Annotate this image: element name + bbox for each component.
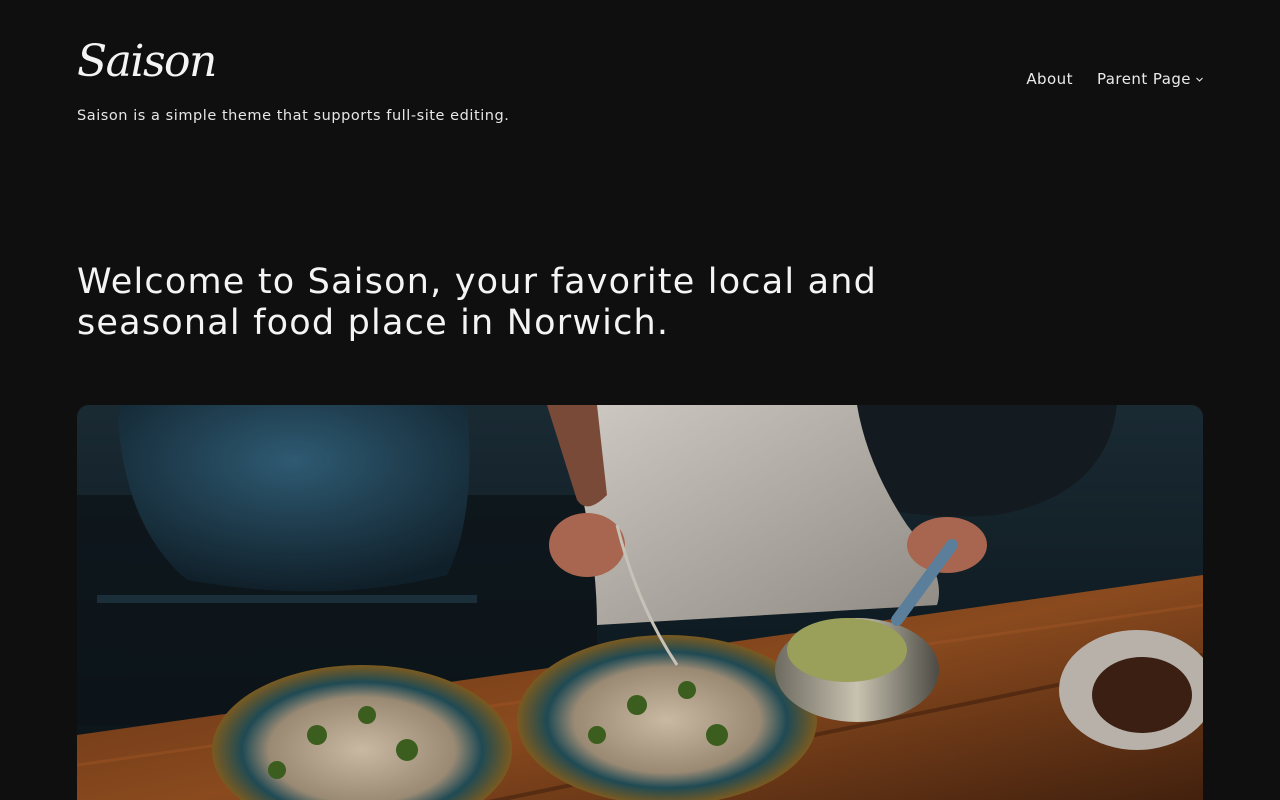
site-tagline: Saison is a simple theme that supports f… — [77, 108, 510, 124]
page: Saison Saison is a simple theme that sup… — [0, 0, 1280, 800]
hero-headline: Welcome to Saison, your favorite local a… — [77, 262, 878, 343]
chef-plating-food-image — [77, 405, 1203, 800]
nav-item-about[interactable]: About — [1026, 68, 1073, 90]
chevron-down-icon[interactable] — [1195, 75, 1204, 84]
nav-item-parent-page-label: Parent Page — [1096, 70, 1191, 88]
site-title[interactable]: Saison — [77, 36, 217, 89]
main-navigation: About Parent Page — [1026, 68, 1204, 90]
nav-item-parent-page[interactable]: Parent Page — [1097, 68, 1204, 90]
hero-image — [77, 405, 1203, 800]
